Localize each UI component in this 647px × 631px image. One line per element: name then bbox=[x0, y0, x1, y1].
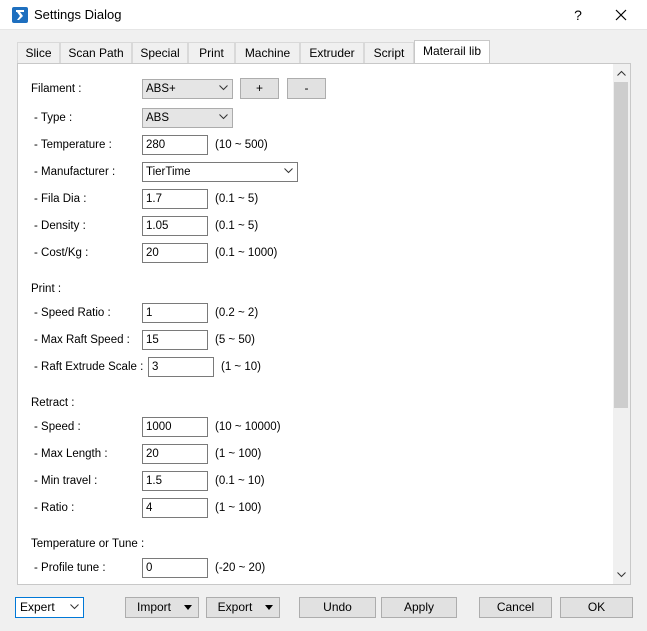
type-label: - Type : bbox=[34, 112, 73, 124]
chevron-down-icon[interactable] bbox=[617, 572, 626, 578]
ok-button[interactable]: OK bbox=[560, 597, 633, 618]
chevron-up-icon[interactable] bbox=[617, 70, 626, 76]
ratio-range: (1 ~ 100) bbox=[215, 502, 262, 514]
tab-machine[interactable]: Machine bbox=[235, 42, 300, 64]
retract-speed-label: - Speed : bbox=[34, 421, 81, 433]
tab-scan-path[interactable]: Scan Path bbox=[60, 42, 132, 64]
density-range: (0.1 ~ 5) bbox=[215, 220, 259, 232]
manufacturer-select-value: TierTime bbox=[146, 166, 191, 178]
speed-ratio-field[interactable]: 1 bbox=[142, 303, 208, 323]
close-button[interactable] bbox=[610, 4, 632, 26]
fila-dia-label: - Fila Dia : bbox=[34, 193, 87, 205]
profile-tune-range: (-20 ~ 20) bbox=[215, 562, 266, 574]
density-field[interactable]: 1.05 bbox=[142, 216, 208, 236]
tab-materail-lib[interactable]: Materail lib bbox=[414, 40, 490, 64]
filament-select[interactable]: ABS+ bbox=[142, 79, 233, 99]
min-travel-field[interactable]: 1.5 bbox=[142, 471, 208, 491]
cost-field[interactable]: 20 bbox=[142, 243, 208, 263]
chevron-down-icon bbox=[219, 85, 228, 91]
caret-down-icon bbox=[184, 605, 192, 610]
tune-section-label: Temperature or Tune : bbox=[31, 538, 145, 550]
max-length-label: - Max Length : bbox=[34, 448, 108, 460]
panel-content: Filament : ABS+ + - - Type : ABS - Tempe… bbox=[18, 64, 612, 584]
chevron-down-icon bbox=[284, 168, 293, 174]
type-select[interactable]: ABS bbox=[142, 108, 233, 128]
speed-ratio-label: - Speed Ratio : bbox=[34, 307, 111, 319]
import-button-label: Import bbox=[136, 600, 171, 614]
retract-speed-field[interactable]: 1000 bbox=[142, 417, 208, 437]
retract-speed-range: (10 ~ 10000) bbox=[215, 421, 281, 433]
cancel-button[interactable]: Cancel bbox=[479, 597, 552, 618]
manufacturer-label: - Manufacturer : bbox=[34, 166, 116, 178]
cost-label: - Cost/Kg : bbox=[34, 247, 89, 259]
vertical-scrollbar[interactable] bbox=[613, 64, 630, 584]
profile-tune-field[interactable]: 0 bbox=[142, 558, 208, 578]
filament-select-value: ABS+ bbox=[146, 83, 176, 95]
profile-tune-label: - Profile tune : bbox=[34, 562, 106, 574]
tab-print[interactable]: Print bbox=[188, 42, 235, 64]
temperature-range: (10 ~ 500) bbox=[215, 139, 268, 151]
undo-button[interactable]: Undo bbox=[299, 597, 376, 618]
max-length-range: (1 ~ 100) bbox=[215, 448, 262, 460]
caret-down-icon bbox=[265, 605, 273, 610]
title-bar: Settings Dialog ? bbox=[0, 0, 647, 30]
cost-range: (0.1 ~ 1000) bbox=[215, 247, 278, 259]
import-button[interactable]: Import bbox=[125, 597, 199, 618]
chevron-down-icon bbox=[219, 114, 228, 120]
tab-script[interactable]: Script bbox=[364, 42, 414, 64]
max-raft-speed-range: (5 ~ 50) bbox=[215, 334, 255, 346]
chevron-down-icon bbox=[70, 604, 79, 610]
remove-filament-button[interactable]: - bbox=[287, 78, 326, 99]
temperature-label: - Temperature : bbox=[34, 139, 112, 151]
density-label: - Density : bbox=[34, 220, 86, 232]
min-travel-range: (0.1 ~ 10) bbox=[215, 475, 265, 487]
raft-extrude-scale-label: - Raft Extrude Scale : bbox=[34, 361, 144, 373]
mode-select-value: Expert bbox=[20, 600, 55, 614]
materail-lib-panel: Filament : ABS+ + - - Type : ABS - Tempe… bbox=[17, 63, 631, 585]
speed-ratio-range: (0.2 ~ 2) bbox=[215, 307, 259, 319]
max-length-field[interactable]: 20 bbox=[142, 444, 208, 464]
filament-label: Filament : bbox=[31, 83, 82, 95]
add-filament-button[interactable]: + bbox=[240, 78, 279, 99]
close-icon bbox=[615, 9, 627, 21]
export-button-label: Export bbox=[217, 600, 253, 614]
retract-section-label: Retract : bbox=[31, 397, 75, 409]
fila-dia-field[interactable]: 1.7 bbox=[142, 189, 208, 209]
max-raft-speed-field[interactable]: 15 bbox=[142, 330, 208, 350]
window-title: Settings Dialog bbox=[34, 7, 122, 22]
raft-extrude-scale-field[interactable]: 3 bbox=[148, 357, 214, 377]
apply-button[interactable]: Apply bbox=[381, 597, 457, 618]
tab-extruder[interactable]: Extruder bbox=[300, 42, 364, 64]
type-select-value: ABS bbox=[146, 112, 170, 124]
tab-slice[interactable]: Slice bbox=[17, 42, 60, 64]
temperature-field[interactable]: 280 bbox=[142, 135, 208, 155]
raft-extrude-scale-range: (1 ~ 10) bbox=[221, 361, 261, 373]
mode-select[interactable]: Expert bbox=[15, 597, 84, 618]
scrollbar-thumb[interactable] bbox=[614, 82, 628, 408]
app-icon bbox=[12, 7, 28, 23]
export-button[interactable]: Export bbox=[206, 597, 280, 618]
manufacturer-select[interactable]: TierTime bbox=[142, 162, 298, 182]
help-button[interactable]: ? bbox=[570, 5, 586, 25]
max-raft-speed-label: - Max Raft Speed : bbox=[34, 334, 130, 346]
print-section-label: Print : bbox=[31, 283, 62, 295]
tab-special[interactable]: Special bbox=[132, 42, 188, 64]
ratio-field[interactable]: 4 bbox=[142, 498, 208, 518]
min-travel-label: - Min travel : bbox=[34, 475, 98, 487]
fila-dia-range: (0.1 ~ 5) bbox=[215, 193, 259, 205]
ratio-label: - Ratio : bbox=[34, 502, 75, 514]
